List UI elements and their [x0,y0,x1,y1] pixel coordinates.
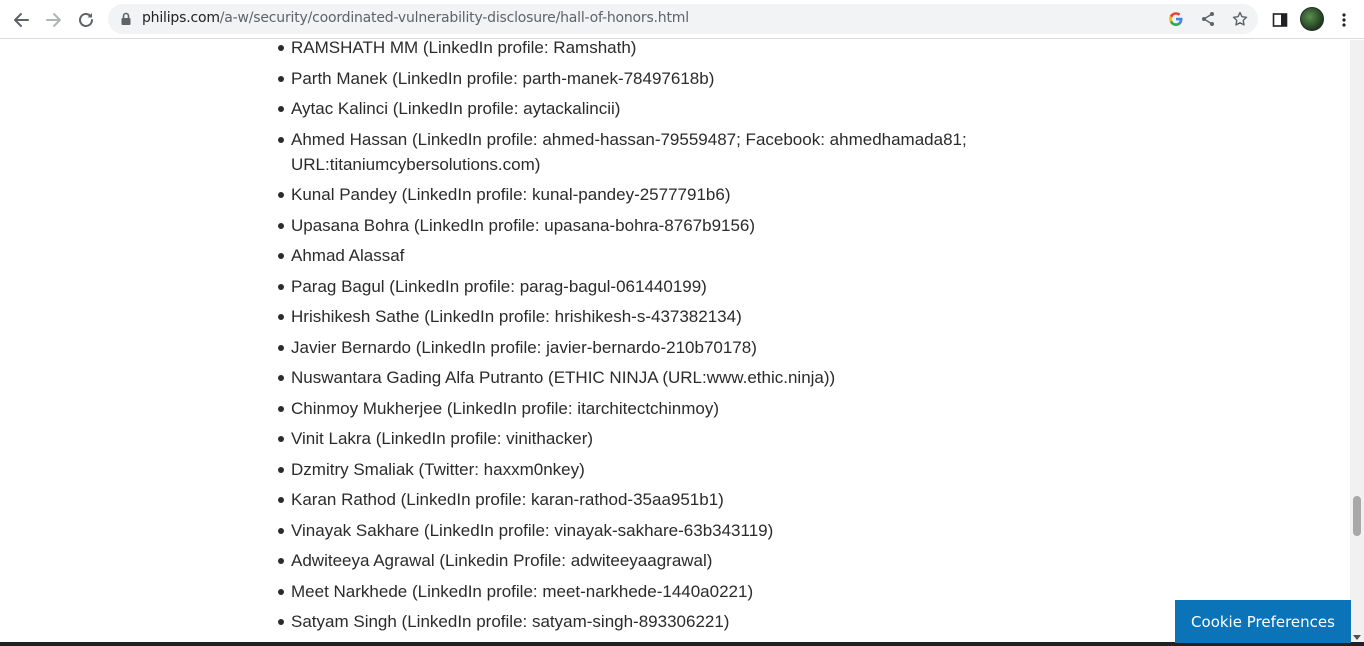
star-icon[interactable] [1232,11,1248,27]
window-bottom-edge [0,642,1364,646]
list-item: RAMSHATH MM (LinkedIn profile: Ramshath) [276,40,996,60]
reload-icon [79,13,93,27]
side-panel-button[interactable] [1266,6,1294,34]
list-item: Vinayak Sakhare (LinkedIn profile: vinay… [276,518,996,543]
url-text[interactable]: philips.com/a-w/security/coordinated-vul… [142,10,689,26]
list-item: Vinit Lakra (LinkedIn profile: vinithack… [276,426,996,451]
scrollbar-thumb[interactable] [1353,496,1361,536]
list-item: Nuswantara Gading Alfa Putranto (ETHIC N… [276,365,996,390]
url-path: /a-w/security/coordinated-vulnerability-… [219,10,689,26]
share-icon[interactable] [1200,11,1216,27]
list-item: Ahmad Alassaf [276,243,996,268]
list-item: Satyam Singh (LinkedIn profile: satyam-s… [276,609,996,634]
back-arrow-icon [14,13,29,27]
list-item: Dzmitry Smaliak (Twitter: haxxm0nkey) [276,457,996,482]
browser-menu-button[interactable] [1330,6,1358,34]
back-button[interactable] [7,6,35,34]
list-item: Hrishikesh Sathe (LinkedIn profile: hris… [276,304,996,329]
cookie-preferences-button[interactable]: Cookie Preferences [1175,600,1351,643]
list-item: Aytac Kalinci (LinkedIn profile: aytacka… [276,96,996,121]
url-host: philips.com [142,10,220,26]
side-panel-icon [1272,13,1288,27]
list-item: Kunal Pandey (LinkedIn profile: kunal-pa… [276,182,996,207]
browser-toolbar: philips.com/a-w/security/coordinated-vul… [0,0,1364,39]
list-item: Javier Bernardo (LinkedIn profile: javie… [276,335,996,360]
address-bar[interactable]: philips.com/a-w/security/coordinated-vul… [108,4,1258,34]
list-item: Adwiteeya Agrawal (Linkedin Profile: adw… [276,548,996,573]
forward-arrow-icon [46,13,61,27]
scroll-down-arrow-icon[interactable] [1353,635,1361,640]
list-item: Ahmed Hassan (LinkedIn profile: ahmed-ha… [276,127,996,177]
hall-of-honors-list: RAMSHATH MM (LinkedIn profile: Ramshath)… [276,40,996,640]
lock-icon[interactable] [120,12,132,26]
list-item: Chinmoy Mukherjee (LinkedIn profile: ita… [276,396,996,421]
reload-button[interactable] [72,6,100,34]
list-item: Parth Manek (LinkedIn profile: parth-man… [276,66,996,91]
list-item: Upasana Bohra (LinkedIn profile: upasana… [276,213,996,238]
kebab-menu-icon [1342,13,1346,27]
forward-button[interactable] [40,6,68,34]
page-content: RAMSHATH MM (LinkedIn profile: Ramshath)… [0,40,1350,642]
google-icon[interactable] [1168,11,1184,27]
avatar[interactable] [1300,7,1324,31]
page-scrollbar[interactable] [1350,40,1364,642]
list-item: Karan Rathod (LinkedIn profile: karan-ra… [276,487,996,512]
list-item: Meet Narkhede (LinkedIn profile: meet-na… [276,579,996,604]
list-item: Parag Bagul (LinkedIn profile: parag-bag… [276,274,996,299]
